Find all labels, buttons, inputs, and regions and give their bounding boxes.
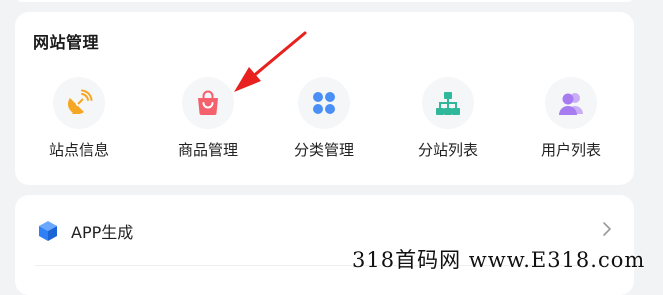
grid-item-label: 站点信息: [48, 141, 109, 159]
grid-item-product-management[interactable]: 商品管理: [153, 77, 263, 160]
icon-background: [545, 77, 597, 129]
icon-background: [298, 77, 350, 129]
grid-item-label: 商品管理: [177, 141, 238, 159]
app-generate-row[interactable]: APP生成: [15, 209, 634, 249]
grid-item-site-info[interactable]: 站点信息: [24, 77, 134, 160]
users-icon: [559, 93, 583, 115]
grid-item-category-management[interactable]: 分类管理: [269, 77, 379, 160]
sitemap-icon: [436, 92, 460, 115]
grid-item-substation-list[interactable]: 分站列表: [393, 77, 503, 160]
section-title: 网站管理: [33, 33, 100, 52]
app-generate-label: APP生成: [71, 223, 134, 242]
grid-item-user-list[interactable]: 用户列表: [516, 77, 626, 160]
previous-card: [15, 0, 634, 2]
icon-background: [182, 77, 234, 129]
cube-icon: [39, 221, 57, 241]
satellite-dish-icon: [68, 89, 93, 114]
icon-background: [422, 77, 474, 129]
site-management-card: 网站管理 站点信息 商品管理 分类管理 分站列表 用户列表: [15, 12, 634, 185]
grid-item-label: 分站列表: [417, 141, 478, 159]
grid-item-label: 分类管理: [293, 141, 354, 159]
icon-background: [53, 77, 105, 129]
shopping-bag-icon: [198, 90, 218, 115]
four-dots-icon: [313, 92, 335, 114]
watermark-text: 318首码网 www.E318.com: [352, 248, 646, 272]
chevron-right-icon: [603, 222, 611, 236]
grid-item-label: 用户列表: [540, 141, 601, 159]
